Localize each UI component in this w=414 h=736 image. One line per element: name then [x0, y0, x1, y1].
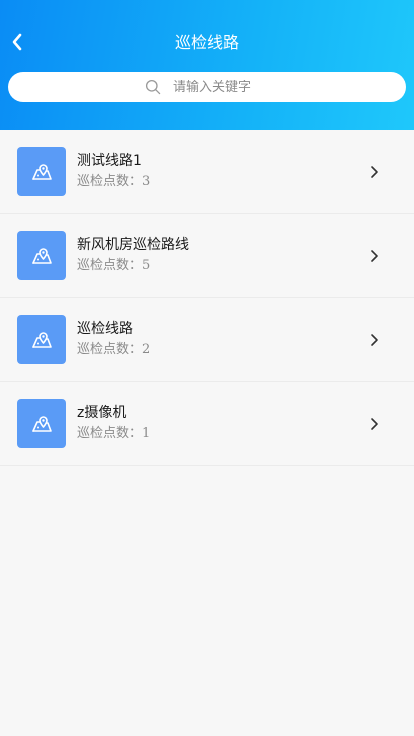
search-bar[interactable] — [8, 72, 406, 102]
map-pin-icon — [31, 415, 52, 432]
route-points-count: 3 — [142, 174, 151, 189]
chevron-right-icon — [368, 164, 380, 180]
route-thumbnail — [17, 231, 66, 280]
header: 巡检线路 — [0, 0, 414, 130]
map-pin-icon — [31, 247, 52, 264]
route-thumbnail — [17, 315, 66, 364]
map-pin-icon — [31, 331, 52, 348]
route-points-label: 巡检点数： — [77, 342, 143, 357]
route-points: 巡检点数：3 — [77, 173, 150, 191]
chevron-right-icon — [368, 416, 380, 432]
route-name: 测试线路1 — [77, 153, 142, 169]
route-name: z摄像机 — [77, 405, 127, 421]
route-points: 巡检点数：2 — [77, 341, 150, 359]
route-points-label: 巡检点数： — [77, 174, 143, 189]
chevron-right-icon — [368, 248, 380, 264]
route-points-label: 巡检点数： — [77, 426, 143, 441]
search-icon — [145, 79, 161, 95]
map-pin-icon — [31, 163, 52, 180]
route-item[interactable]: 测试线路1 巡检点数：3 — [0, 130, 414, 214]
search-input[interactable] — [173, 79, 269, 95]
route-points-count: 2 — [142, 342, 151, 357]
route-points-label: 巡检点数： — [77, 258, 143, 273]
chevron-right-icon — [368, 332, 380, 348]
route-thumbnail — [17, 147, 66, 196]
page-title: 巡检线路 — [174, 33, 239, 52]
route-thumbnail — [17, 399, 66, 448]
route-points: 巡检点数：5 — [77, 257, 150, 275]
route-points-count: 1 — [142, 426, 151, 441]
route-item[interactable]: z摄像机 巡检点数：1 — [0, 382, 414, 466]
route-name: 新风机房巡检路线 — [77, 237, 189, 253]
route-item[interactable]: 新风机房巡检路线 巡检点数：5 — [0, 214, 414, 298]
route-item[interactable]: 巡检线路 巡检点数：2 — [0, 298, 414, 382]
route-name: 巡检线路 — [77, 321, 133, 337]
route-points: 巡检点数：1 — [77, 425, 150, 443]
route-points-count: 5 — [142, 258, 151, 273]
route-list: 测试线路1 巡检点数：3 新风机房巡检路线 巡检点数：5 巡检线路 巡检点数：2… — [0, 130, 414, 466]
